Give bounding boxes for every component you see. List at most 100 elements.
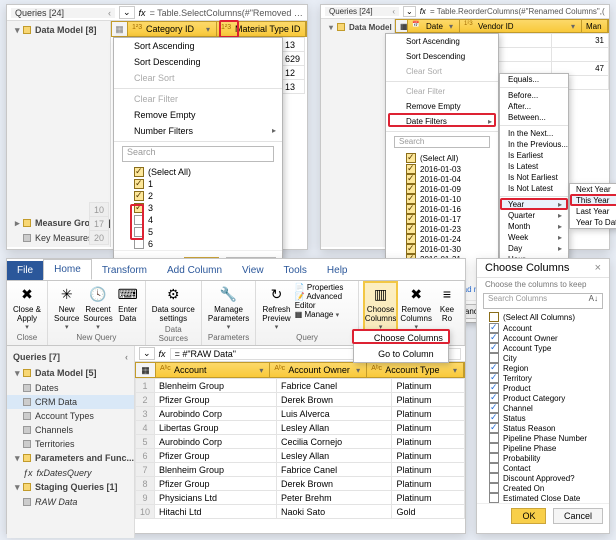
tree-root[interactable]: ▾Data Model [5] [7,366,134,381]
filter-search-input[interactable]: Search [394,136,490,148]
dfilter-is-not-earliest[interactable]: Is Not Earliest [500,172,568,183]
filter-item[interactable]: 6 [114,238,282,250]
col-date[interactable]: 📅Date▾ [408,20,460,32]
dfilter-equals-[interactable]: Equals... [500,74,568,85]
col-material-type[interactable]: 1²3 Material Type ID [217,22,306,36]
btn-keep-rows[interactable]: ≡Kee Ro [436,283,458,323]
filter-date-item[interactable]: 2016-01-04 [386,174,498,184]
sort-icon[interactable]: A↓ [589,294,598,308]
tab-tools[interactable]: Tools [274,261,317,280]
filter-select-all[interactable]: (Select All) [386,152,498,164]
column-filter-icon[interactable]: ▾ [204,25,212,34]
menu-remove-empty[interactable]: Remove Empty [386,99,498,114]
filter-item[interactable]: 5 [114,226,282,238]
filter-date-item[interactable]: 2016-01-10 [386,194,498,204]
btn-close-apply[interactable]: ✖Close & Apply▾ [13,283,41,331]
table-corner[interactable]: ▦ [112,22,128,36]
column-checkbox[interactable]: Estimated Close Date [481,493,605,503]
tab-add-column[interactable]: Add Column [157,261,232,280]
dfilter-week[interactable]: Week▸ [500,232,568,243]
collapse-pane-icon[interactable]: ‹ [108,8,111,18]
tree-item-fxdates[interactable]: ƒxfxDatesQuery [7,466,134,480]
menu-clear-sort[interactable]: Clear Sort [114,70,282,86]
cancel-button[interactable]: Cancel [553,508,603,524]
table-row[interactable]: 1Blenheim GroupFabrice CanelPlatinum [136,379,465,393]
dfilter-after-[interactable]: After... [500,101,568,112]
col-account-type[interactable]: AᵇcAccount Type▾ [367,363,464,377]
filter-date-item[interactable]: 2016-01-23 [386,224,498,234]
filter-search-input[interactable]: Search [122,146,274,162]
filter-icon[interactable]: ▾ [451,366,459,375]
btn-advanced-editor[interactable]: 📝 Advanced Editor [295,292,352,310]
menu-date-filters[interactable]: Date Filters▸ [386,114,498,129]
filter-item[interactable]: 3 [114,202,282,214]
dfilter-in-the-next-[interactable]: In the Next... [500,128,568,139]
col-man[interactable]: Man [582,20,608,32]
column-checkbox[interactable]: Account Owner [481,333,605,343]
column-checkbox[interactable]: Pipeline Phase [481,443,605,453]
filter-item[interactable]: 2 [114,190,282,202]
filter-icon[interactable]: ▾ [447,22,455,31]
filter-icon[interactable]: ▾ [569,22,577,31]
expand-button[interactable]: ⌄ [139,347,155,360]
menu-clear-filter[interactable]: Clear Filter [114,91,282,107]
tree-item-account-types[interactable]: Account Types [7,409,134,423]
column-checkbox[interactable]: Region [481,363,605,373]
filter-date-item[interactable]: 2016-01-16 [386,204,498,214]
dfilter-is-earliest[interactable]: Is Earliest [500,150,568,161]
filter-date-item[interactable]: 2016-01-24 [386,234,498,244]
tree-root[interactable]: ▾Data Model [8] [321,21,394,34]
dfilter-day[interactable]: Day▸ [500,243,568,254]
table-row[interactable]: 2Pfizer GroupDerek BrownPlatinum [136,393,465,407]
menu-clear-sort[interactable]: Clear Sort [386,64,498,79]
tab-transform[interactable]: Transform [92,261,157,280]
menu-sort-asc[interactable]: Sort Ascending [114,38,282,54]
btn-recent-sources[interactable]: 🕓Recent Sources▾ [83,283,112,331]
column-checkbox[interactable]: Territory [481,373,605,383]
expand-button[interactable]: ⌄ [119,6,135,19]
column-checkbox[interactable]: Pipeline Phase Number [481,433,605,443]
column-checkbox[interactable]: Product Category [481,393,605,403]
column-checkbox[interactable]: Status [481,413,605,423]
menu-remove-empty[interactable]: Remove Empty [114,107,282,123]
close-icon[interactable]: × [595,262,601,274]
tab-home[interactable]: Home [43,259,92,280]
col-category-id[interactable]: 1²3 Category ID ▾ [128,22,217,36]
tab-file[interactable]: File [7,261,43,280]
column-checkbox[interactable]: Contact [481,463,605,473]
column-checkbox[interactable]: Probability [481,453,605,463]
col-vendor[interactable]: 1²3Vendor ID▾ [460,20,582,32]
btn-new-source[interactable]: ✳New Source▾ [54,283,79,331]
tree-group-parameters[interactable]: ▾Parameters and Func... [7,451,134,466]
tab-help[interactable]: Help [317,261,358,280]
year-this-year[interactable]: This Year [570,195,616,206]
btn-refresh-preview[interactable]: ↻Refresh Preview▾ [262,283,290,331]
tree-item-raw[interactable]: RAW Data [7,495,134,509]
table-row[interactable]: 5Aurobindo CorpCecilia CornejoPlatinum [136,435,465,449]
tree-group-staging[interactable]: ▾Staging Queries [1] [7,480,134,495]
filter-item[interactable]: 4 [114,214,282,226]
year-year-to-date[interactable]: Year To Date [570,217,616,228]
dfilter-quarter[interactable]: Quarter▸ [500,210,568,221]
table-row[interactable]: 8Pfizer GroupDerek BrownPlatinum [136,477,465,491]
btn-manage-parameters[interactable]: 🔧Manage Parameters▾ [208,283,249,331]
table-corner[interactable]: ▦ [136,363,156,377]
year-next-year[interactable]: Next Year [570,184,616,195]
tree-item-channels[interactable]: Channels [7,423,134,437]
table-row[interactable]: 4Libertas GroupLesley AllanPlatinum [136,421,465,435]
filter-date-item[interactable]: 2016-01-17 [386,214,498,224]
select-all-columns[interactable]: (Select All Columns) [481,311,605,323]
btn-manage-query[interactable]: ▦ Manage ▾ [295,310,352,319]
expand-button[interactable]: ⌄ [403,6,416,17]
filter-date-item[interactable]: 2016-01-30 [386,244,498,254]
column-checkbox[interactable]: Channel [481,403,605,413]
menu-sort-asc[interactable]: Sort Ascending [386,34,498,49]
menu-sort-desc[interactable]: Sort Descending [114,54,282,70]
dfilter-is-not-latest[interactable]: Is Not Latest [500,183,568,194]
search-columns-input[interactable]: Search Columns A↓ [483,293,603,309]
tab-view[interactable]: View [232,261,274,280]
dfilter-in-the-previous-[interactable]: In the Previous... [500,139,568,150]
column-checkbox[interactable]: Account [481,323,605,333]
column-checkbox[interactable]: Created On [481,483,605,493]
filter-icon[interactable]: ▾ [257,366,265,375]
